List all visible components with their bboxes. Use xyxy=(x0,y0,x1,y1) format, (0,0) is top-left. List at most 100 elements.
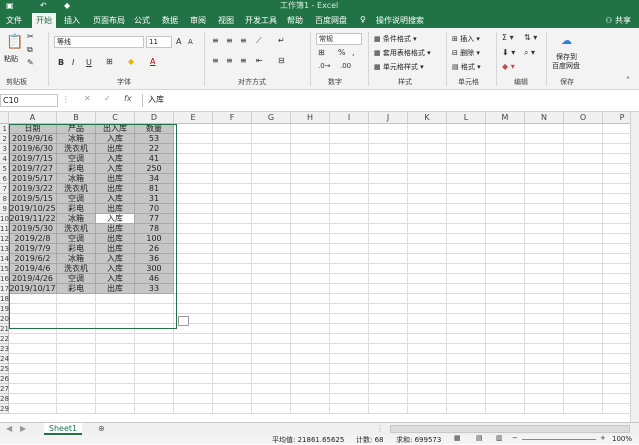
empty-cell[interactable] xyxy=(330,404,369,414)
indent-icon[interactable]: ⇤ xyxy=(256,56,263,65)
empty-cell[interactable] xyxy=(135,354,174,364)
empty-cell[interactable] xyxy=(291,264,330,274)
empty-cell[interactable] xyxy=(213,234,252,244)
empty-cell[interactable] xyxy=(291,334,330,344)
empty-cell[interactable] xyxy=(603,234,630,244)
horizontal-scrollbar[interactable] xyxy=(390,425,630,433)
row-header-18[interactable]: 18 xyxy=(0,294,9,304)
empty-cell[interactable] xyxy=(447,184,486,194)
tab-data[interactable]: 数据 xyxy=(162,15,178,26)
empty-cell[interactable] xyxy=(369,254,408,264)
tab-file[interactable]: 文件 xyxy=(6,15,22,26)
empty-cell[interactable] xyxy=(174,254,213,264)
row-header-3[interactable]: 3 xyxy=(0,144,9,154)
empty-cell[interactable] xyxy=(291,404,330,414)
table-cell[interactable]: 空调 xyxy=(57,234,96,244)
empty-cell[interactable] xyxy=(486,394,525,404)
row-header-25[interactable]: 25 xyxy=(0,364,9,374)
empty-cell[interactable] xyxy=(564,164,603,174)
underline-button[interactable]: U xyxy=(86,58,92,67)
page-layout-view-icon[interactable]: ▤ xyxy=(476,434,483,442)
empty-cell[interactable] xyxy=(252,244,291,254)
table-cell[interactable]: 入库 xyxy=(96,264,135,274)
empty-cell[interactable] xyxy=(564,264,603,274)
add-sheet-icon[interactable]: ⊕ xyxy=(98,424,105,433)
empty-cell[interactable] xyxy=(603,344,630,354)
row-header-22[interactable]: 22 xyxy=(0,334,9,344)
empty-cell[interactable] xyxy=(564,274,603,284)
empty-cell[interactable] xyxy=(135,334,174,344)
empty-cell[interactable] xyxy=(447,264,486,274)
collapse-ribbon-icon[interactable]: ˄ xyxy=(626,76,630,85)
empty-cell[interactable] xyxy=(408,234,447,244)
empty-cell[interactable] xyxy=(408,224,447,234)
table-cell[interactable]: 2019/5/17 xyxy=(9,174,57,184)
active-cell[interactable]: 入库 xyxy=(96,214,135,224)
empty-cell[interactable] xyxy=(291,394,330,404)
empty-cell[interactable] xyxy=(291,294,330,304)
empty-cell[interactable] xyxy=(9,384,57,394)
empty-cell[interactable] xyxy=(213,194,252,204)
table-cell[interactable]: 41 xyxy=(135,154,174,164)
column-header-G[interactable]: G xyxy=(252,112,291,124)
empty-cell[interactable] xyxy=(603,224,630,234)
empty-cell[interactable] xyxy=(96,404,135,414)
empty-cell[interactable] xyxy=(291,134,330,144)
empty-cell[interactable] xyxy=(330,204,369,214)
fill-icon[interactable]: ⬇ ▾ xyxy=(502,48,515,57)
empty-cell[interactable] xyxy=(525,404,564,414)
empty-cell[interactable] xyxy=(408,314,447,324)
empty-cell[interactable] xyxy=(174,234,213,244)
empty-cell[interactable] xyxy=(330,124,369,134)
next-sheet-icon[interactable]: ▶ xyxy=(20,424,26,433)
empty-cell[interactable] xyxy=(330,394,369,404)
empty-cell[interactable] xyxy=(57,374,96,384)
empty-cell[interactable] xyxy=(213,324,252,334)
insert-cells-button[interactable]: ⊞ 插入 ▾ xyxy=(452,34,480,44)
table-cell[interactable]: 2019/11/22 xyxy=(9,214,57,224)
empty-cell[interactable] xyxy=(330,164,369,174)
empty-cell[interactable] xyxy=(603,294,630,304)
empty-cell[interactable] xyxy=(9,304,57,314)
row-header-20[interactable]: 20 xyxy=(0,314,9,324)
empty-cell[interactable] xyxy=(330,324,369,334)
empty-cell[interactable] xyxy=(369,124,408,134)
empty-cell[interactable] xyxy=(252,164,291,174)
empty-cell[interactable] xyxy=(291,284,330,294)
table-cell[interactable]: 2019/10/17 xyxy=(9,284,57,294)
table-cell[interactable]: 入库 xyxy=(96,274,135,284)
row-header-6[interactable]: 6 xyxy=(0,174,9,184)
empty-cell[interactable] xyxy=(291,304,330,314)
empty-cell[interactable] xyxy=(447,344,486,354)
name-box[interactable]: C10 xyxy=(0,94,58,107)
row-header-16[interactable]: 16 xyxy=(0,274,9,284)
empty-cell[interactable] xyxy=(564,384,603,394)
empty-cell[interactable] xyxy=(564,124,603,134)
empty-cell[interactable] xyxy=(447,234,486,244)
empty-cell[interactable] xyxy=(486,304,525,314)
empty-cell[interactable] xyxy=(564,224,603,234)
empty-cell[interactable] xyxy=(252,234,291,244)
empty-cell[interactable] xyxy=(252,194,291,204)
italic-button[interactable]: I xyxy=(72,58,74,67)
empty-cell[interactable] xyxy=(213,134,252,144)
empty-cell[interactable] xyxy=(330,174,369,184)
font-size-select[interactable]: 11 xyxy=(146,36,172,48)
empty-cell[interactable] xyxy=(447,324,486,334)
fill-color-icon[interactable]: ◆ xyxy=(128,57,134,66)
empty-cell[interactable] xyxy=(525,364,564,374)
empty-cell[interactable] xyxy=(174,404,213,414)
empty-cell[interactable] xyxy=(603,194,630,204)
empty-cell[interactable] xyxy=(486,404,525,414)
empty-cell[interactable] xyxy=(96,334,135,344)
row-header-4[interactable]: 4 xyxy=(0,154,9,164)
empty-cell[interactable] xyxy=(330,254,369,264)
empty-cell[interactable] xyxy=(57,354,96,364)
page-break-view-icon[interactable]: ▥ xyxy=(496,434,503,442)
empty-cell[interactable] xyxy=(564,354,603,364)
table-cell[interactable]: 入库 xyxy=(96,154,135,164)
empty-cell[interactable] xyxy=(213,344,252,354)
align-right-icon[interactable]: ≡ xyxy=(240,56,247,65)
empty-cell[interactable] xyxy=(135,294,174,304)
table-cell[interactable]: 冰箱 xyxy=(57,254,96,264)
